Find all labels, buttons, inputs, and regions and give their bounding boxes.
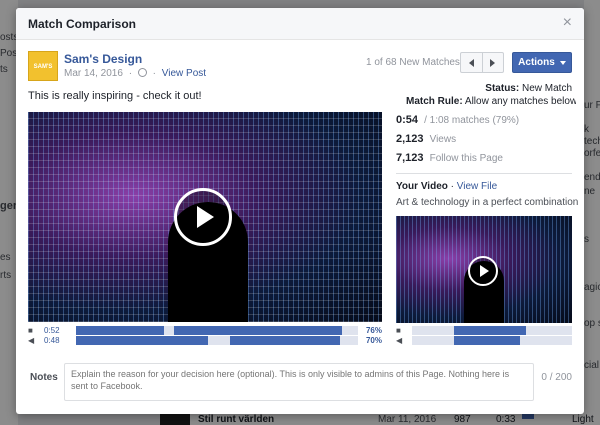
previous-match-button[interactable] (461, 53, 482, 72)
audio-match-segment (76, 336, 208, 345)
video-track-row: ■ (396, 326, 572, 335)
follows-value: 7,123 (396, 152, 424, 164)
notes-char-count: 0 / 200 (541, 372, 572, 383)
views-label: Views (429, 134, 457, 145)
video-match-segment (174, 326, 342, 335)
play-icon (480, 265, 489, 277)
audio-match-segment (454, 336, 520, 345)
page-avatar[interactable]: SAM'S (28, 51, 58, 81)
video-match-percent: 76% (365, 326, 382, 335)
match-counter: 1 of 68 New Matches (366, 57, 460, 68)
match-rule: Match Rule: Allow any matches below... (406, 96, 576, 107)
play-button[interactable] (174, 188, 232, 246)
status-value: New Match (521, 83, 572, 94)
speaker-icon: ◀ (396, 336, 403, 345)
your-video-header: Your Video · View File (396, 181, 497, 192)
video-camera-icon: ■ (28, 326, 33, 335)
match-time-value: 0:54 (396, 114, 419, 126)
play-icon (197, 206, 214, 228)
follows-stat: 7,123 Follow this Page (396, 152, 503, 164)
actions-dropdown-button[interactable]: Actions (512, 52, 572, 73)
status-label: Status: (485, 83, 520, 94)
separator-dot: · (450, 181, 454, 192)
video-match-segment (76, 326, 164, 335)
video-timeline-track[interactable] (412, 326, 572, 335)
separator-dot: · (152, 68, 156, 79)
your-video-player[interactable] (396, 216, 572, 323)
match-comparison-dialog: Match Comparison × SAM'S Sam's Design Ma… (16, 8, 584, 414)
section-divider (396, 173, 572, 174)
actions-label: Actions (518, 57, 555, 68)
video-track-row: ■ 0:52 76% (28, 326, 382, 335)
views-value: 2,123 (396, 133, 424, 145)
audio-timeline-track[interactable] (412, 336, 572, 345)
separator-dot: · (128, 68, 133, 79)
matched-video-timeline: ■ 0:52 76% ◀ 0:48 70% (28, 326, 382, 348)
notes-textarea[interactable] (64, 363, 534, 401)
next-match-button[interactable] (481, 53, 504, 72)
caret-down-icon (559, 60, 566, 65)
video-camera-icon: ■ (396, 326, 401, 335)
arrow-right-icon (490, 58, 496, 67)
your-video-label: Your Video (396, 181, 448, 192)
audio-match-percent: 70% (365, 336, 382, 345)
close-icon[interactable]: × (563, 14, 572, 32)
video-timeline-track[interactable] (76, 326, 358, 335)
audio-match-time: 0:48 (44, 336, 60, 345)
match-time-detail: / 1:08 matches (79%) (424, 115, 520, 126)
speaker-icon: ◀ (28, 336, 35, 345)
post-meta: Mar 14, 2016 · · View Post (64, 68, 206, 79)
globe-icon (137, 68, 147, 77)
your-video-timeline: ■ ◀ (396, 326, 572, 348)
play-button[interactable] (468, 256, 498, 286)
arrow-left-icon (468, 58, 474, 67)
view-post-link[interactable]: View Post (162, 68, 206, 79)
match-nav-group (460, 52, 504, 73)
view-file-link[interactable]: View File (457, 181, 497, 192)
dialog-title: Match Comparison (28, 17, 137, 31)
dialog-header: Match Comparison × (16, 8, 584, 40)
match-rule-label: Match Rule: (406, 96, 463, 107)
your-video-description: Art & technology in a perfect combinatio… (396, 197, 579, 208)
match-rule-value: Allow any matches below... (464, 96, 576, 107)
post-date[interactable]: Mar 14, 2016 (64, 68, 123, 79)
views-stat: 2,123 Views (396, 133, 456, 145)
audio-track-row: ◀ (396, 336, 572, 345)
notes-label: Notes (30, 372, 58, 383)
audio-timeline-track[interactable] (76, 336, 358, 345)
audio-track-row: ◀ 0:48 70% (28, 336, 382, 345)
match-duration-stat: 0:54 / 1:08 matches (79%) (396, 114, 519, 126)
matched-video-player[interactable] (28, 112, 382, 322)
match-status: Status: New Match (485, 83, 572, 94)
video-match-segment (454, 326, 526, 335)
audio-match-segment (230, 336, 340, 345)
page-name-link[interactable]: Sam's Design (64, 52, 142, 66)
post-text: This is really inspiring - check it out! (28, 90, 202, 102)
follows-label: Follow this Page (429, 153, 503, 164)
video-match-time: 0:52 (44, 326, 60, 335)
